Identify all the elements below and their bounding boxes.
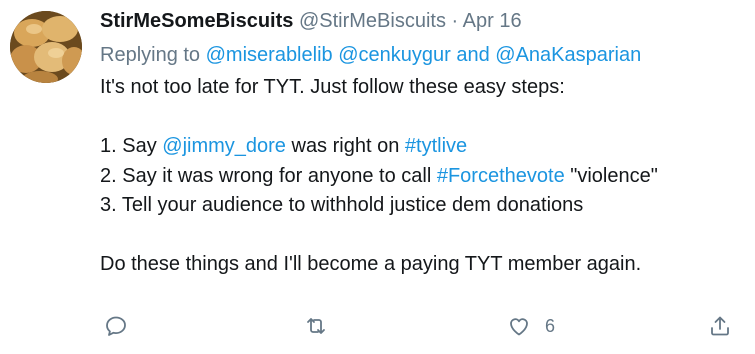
replying-and[interactable]: and	[456, 44, 489, 66]
user-handle[interactable]: @StirMeBiscuits	[299, 10, 446, 32]
tweet-line: It's not too late for TYT. Just follow t…	[100, 76, 565, 98]
heart-icon	[510, 318, 528, 336]
display-name[interactable]: StirMeSomeBiscuits	[100, 10, 293, 32]
retweet-icon	[307, 318, 325, 334]
share-icon	[711, 316, 729, 336]
tweet-header: StirMeSomeBiscuits @StirMeBiscuits · Apr…	[100, 8, 740, 34]
separator-dot: ·	[451, 10, 459, 32]
text-span: 2. Say it was wrong for anyone to call	[100, 164, 437, 187]
text-span: "violence"	[564, 164, 658, 187]
text-span: 1. Say	[100, 135, 163, 157]
tweet-line: 1. Say @jimmy_dore was right on #tytlive	[100, 132, 740, 162]
tweet-actions: 6	[0, 300, 755, 350]
tweet-line: Do these things and I'll become a paying…	[100, 253, 642, 275]
mention-link[interactable]: @jimmy_dore	[162, 135, 286, 157]
replying-to: Replying to @miserablelib @cenkuygur and…	[100, 42, 740, 68]
mention-link[interactable]: @AnaKasparian	[495, 44, 641, 66]
like-count: 6	[545, 315, 556, 336]
tweet-content: StirMeSomeBiscuits @StirMeBiscuits · Apr…	[100, 8, 740, 280]
retweet-button[interactable]	[304, 314, 328, 338]
text-span: was right on	[285, 135, 405, 157]
like-button[interactable]: 6	[507, 314, 555, 338]
tweet-text: It's not too late for TYT. Just follow t…	[100, 73, 740, 280]
hashtag-link[interactable]: #Forcethevote	[437, 165, 565, 187]
avatar[interactable]	[10, 11, 82, 83]
reply-icon	[106, 316, 126, 336]
hashtag-link[interactable]: #tytlive	[405, 135, 467, 157]
biscuits-avatar-image	[10, 11, 82, 83]
tweet-date[interactable]: Apr 16	[463, 10, 522, 32]
tweet-line: 3. Tell your audience to withhold justic…	[100, 194, 584, 216]
share-button[interactable]	[708, 314, 732, 338]
tweet-line: 2. Say it was wrong for anyone to call #…	[100, 162, 740, 192]
reply-button[interactable]	[104, 314, 128, 338]
replying-prefix: Replying to	[100, 44, 201, 66]
mention-link[interactable]: @cenkuygur	[338, 44, 451, 66]
mention-link[interactable]: @miserablelib	[206, 44, 333, 66]
